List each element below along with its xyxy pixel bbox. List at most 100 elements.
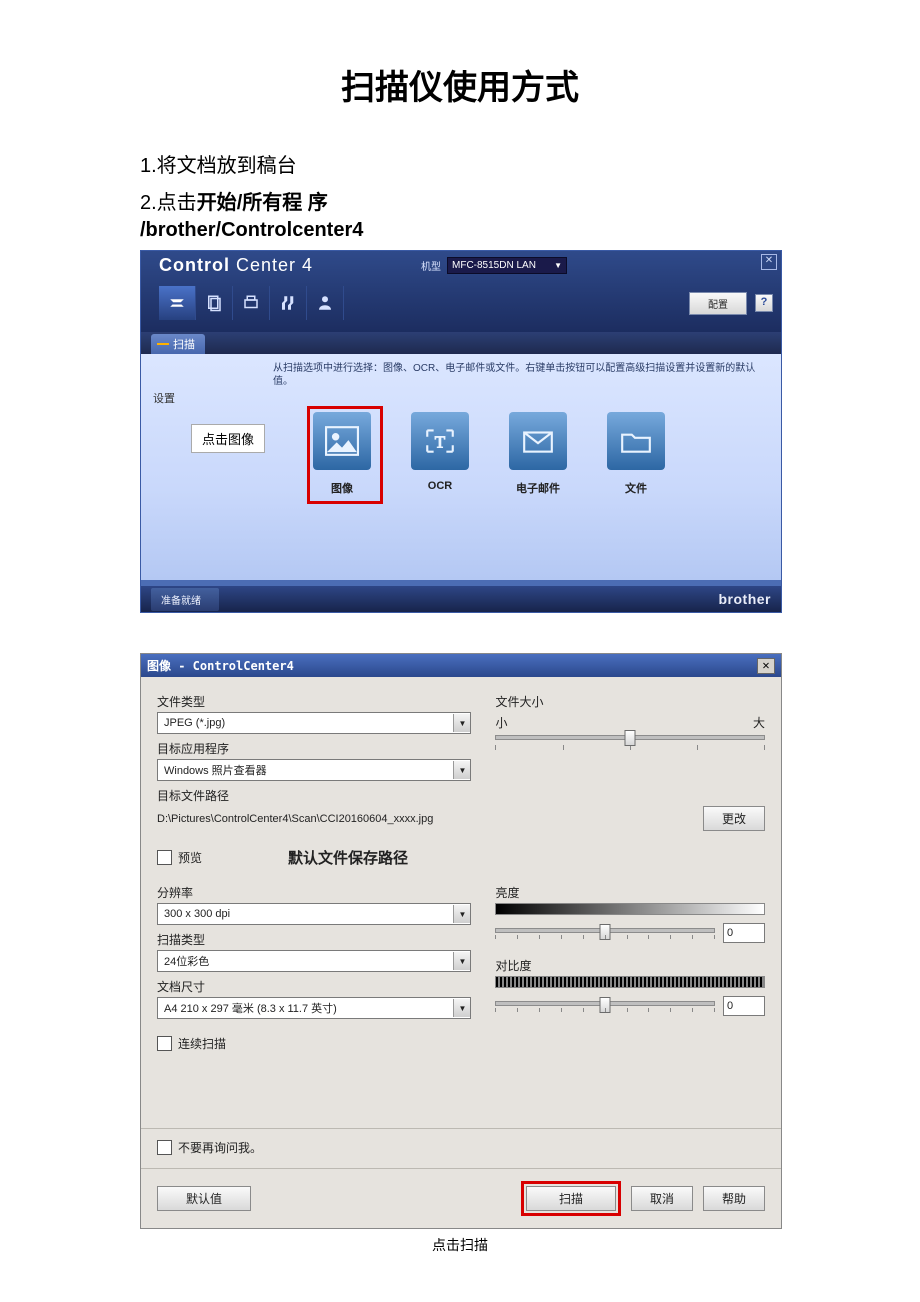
label-resolution: 分辨率 — [157, 884, 471, 901]
cc4-toolbar: 配置 ? — [159, 286, 773, 320]
contrast-pattern-icon — [495, 976, 765, 988]
dont-ask-label: 不要再询问我。 — [178, 1139, 262, 1156]
help-button[interactable]: ? — [755, 294, 773, 312]
change-path-button[interactable]: 更改 — [703, 806, 765, 831]
label-target-app: 目标应用程序 — [157, 740, 471, 757]
default-button[interactable]: 默认值 — [157, 1186, 251, 1211]
chevron-down-icon: ▼ — [453, 905, 470, 923]
folder-icon — [607, 412, 665, 470]
status-text: 准备就绪 — [151, 588, 219, 611]
cc4-icon-row: 图像 T OCR 电子邮件 文件 — [313, 412, 769, 496]
target-app-select[interactable]: Windows 照片查看器▼ — [157, 759, 471, 781]
scan-option-image[interactable]: 图像 — [313, 412, 371, 496]
cancel-button[interactable]: 取消 — [631, 1186, 693, 1211]
chevron-down-icon: ▼ — [453, 999, 470, 1017]
close-icon[interactable]: ✕ — [761, 254, 777, 270]
step-2-line2: /brother/Controlcenter4 — [140, 219, 920, 242]
cc4-tabstrip: 扫描 — [141, 332, 781, 354]
toolbar-copy-icon[interactable] — [196, 286, 233, 320]
callout-click-image: 点击图像 — [191, 424, 265, 453]
step2-prefix: 2.点击 — [140, 192, 197, 214]
step2-start: 开始 — [197, 192, 237, 214]
chevron-down-icon: ▼ — [453, 761, 470, 779]
step-1: 1.将文档放到稿台 — [140, 149, 920, 178]
scan-option-email[interactable]: 电子邮件 — [509, 412, 567, 496]
dialog-close-icon[interactable]: ✕ — [757, 658, 775, 674]
filetype-select[interactable]: JPEG (*.jpg)▼ — [157, 712, 471, 734]
svg-text:T: T — [435, 432, 446, 451]
brand-logo: brother — [719, 591, 772, 607]
tab-scan[interactable]: 扫描 — [151, 334, 205, 354]
model-value: MFC-8515DN LAN — [452, 260, 536, 271]
label-brightness: 亮度 — [495, 884, 765, 901]
scan-highlight-frame: 扫描 — [521, 1181, 621, 1216]
label-filetype: 文件类型 — [157, 693, 471, 710]
brightness-slider[interactable] — [495, 925, 715, 941]
dialog-titlebar: 图像 - ControlCenter4 ✕ — [141, 654, 781, 677]
contrast-value[interactable]: 0 — [723, 996, 765, 1016]
scan-settings-dialog: 图像 - ControlCenter4 ✕ 文件类型 JPEG (*.jpg)▼… — [140, 653, 782, 1229]
slider-thumb-icon — [625, 730, 636, 746]
page-title: 扫描仪使用方式 — [0, 60, 920, 109]
label-doc-size: 文档尺寸 — [157, 978, 471, 995]
filesize-slider[interactable] — [495, 733, 765, 741]
label-scan-type: 扫描类型 — [157, 931, 471, 948]
scan-button[interactable]: 扫描 — [526, 1186, 616, 1211]
chevron-down-icon: ▼ — [453, 952, 470, 970]
toolbar-support-icon[interactable] — [307, 286, 344, 320]
target-path-value: D:\Pictures\ControlCenter4\Scan\CCI20160… — [157, 813, 695, 825]
scan-option-ocr[interactable]: T OCR — [411, 412, 469, 496]
label-filesize: 文件大小 — [495, 693, 765, 710]
resolution-select[interactable]: 300 x 300 dpi▼ — [157, 903, 471, 925]
doc-size-value: A4 210 x 297 毫米 (8.3 x 11.7 英寸) — [158, 1000, 453, 1016]
label-contrast: 对比度 — [495, 957, 765, 974]
scan-option-ocr-label: OCR — [428, 480, 452, 492]
continuous-scan-label: 连续扫描 — [178, 1035, 226, 1052]
dialog-footer: 默认值 扫描 取消 帮助 — [141, 1168, 781, 1228]
preview-checkbox[interactable] — [157, 850, 172, 865]
scan-click-note: 点击扫描 — [0, 1235, 920, 1255]
brightness-value[interactable]: 0 — [723, 923, 765, 943]
scan-type-value: 24位彩色 — [158, 953, 453, 969]
cc4-footer: 准备就绪 brother — [141, 586, 781, 612]
cc4-side-label: 设置 — [153, 390, 175, 406]
cc4-panel: 从扫描选项中进行选择：图像、OCR、电子邮件或文件。右键单击按钮可以配置高级扫描… — [141, 354, 781, 580]
default-save-path-note: 默认文件保存路径 — [288, 847, 408, 868]
config-button[interactable]: 配置 — [689, 292, 747, 315]
label-target-path: 目标文件路径 — [157, 787, 471, 804]
cc4-header: Control Center 4 机型 MFC-8515DN LAN ▼ ✕ 配… — [141, 251, 781, 332]
preview-label: 预览 — [178, 849, 202, 866]
scan-option-email-label: 电子邮件 — [516, 480, 560, 496]
chevron-down-icon: ▼ — [554, 261, 562, 270]
controlcenter4-window: Control Center 4 机型 MFC-8515DN LAN ▼ ✕ 配… — [140, 250, 782, 613]
toolbar-scan-icon[interactable] — [159, 286, 196, 320]
help-button[interactable]: 帮助 — [703, 1186, 765, 1211]
tab-scan-label: 扫描 — [173, 336, 195, 352]
filesize-small-label: 小 — [495, 714, 507, 731]
filetype-value: JPEG (*.jpg) — [158, 717, 453, 729]
scan-option-file-label: 文件 — [625, 480, 647, 496]
tab-indicator-icon — [157, 343, 169, 345]
continuous-scan-checkbox[interactable] — [157, 1036, 172, 1051]
filesize-large-label: 大 — [753, 714, 765, 731]
email-icon — [509, 412, 567, 470]
step2-allprograms: 所有程 序 — [242, 192, 328, 214]
model-select[interactable]: MFC-8515DN LAN ▼ — [447, 257, 567, 274]
scan-type-select[interactable]: 24位彩色▼ — [157, 950, 471, 972]
scan-option-file[interactable]: 文件 — [607, 412, 665, 496]
model-label: 机型 — [421, 258, 441, 273]
toolbar-tools-icon[interactable] — [270, 286, 307, 320]
ocr-icon: T — [411, 412, 469, 470]
cc4-hint-text: 从扫描选项中进行选择：图像、OCR、电子邮件或文件。右键单击按钮可以配置高级扫描… — [273, 362, 769, 388]
dont-ask-checkbox[interactable] — [157, 1140, 172, 1155]
chevron-down-icon: ▼ — [453, 714, 470, 732]
target-app-value: Windows 照片查看器 — [158, 762, 453, 778]
resolution-value: 300 x 300 dpi — [158, 908, 453, 920]
doc-size-select[interactable]: A4 210 x 297 毫米 (8.3 x 11.7 英寸)▼ — [157, 997, 471, 1019]
contrast-slider[interactable] — [495, 998, 715, 1014]
toolbar-fax-icon[interactable] — [233, 286, 270, 320]
highlight-frame — [307, 406, 383, 504]
step-2: 2.点击开始/所有程 序 — [140, 186, 920, 215]
dialog-title-text: 图像 - ControlCenter4 — [147, 657, 294, 674]
brightness-gradient-icon — [495, 903, 765, 915]
